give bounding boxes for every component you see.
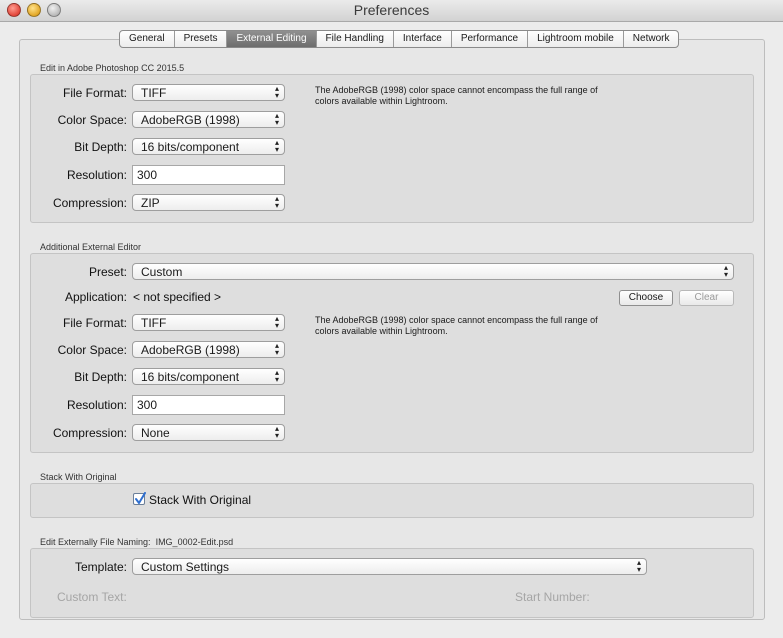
ae-resolution-label: Resolution: bbox=[66, 398, 127, 412]
updown-arrows-icon: ▴ ▾ bbox=[274, 314, 279, 330]
start-number-label: Start Number: bbox=[515, 590, 590, 604]
window-title: Preferences bbox=[353, 2, 430, 18]
tab-network[interactable]: Network bbox=[624, 31, 679, 47]
ps-color-space-value: AdobeRGB (1998) bbox=[141, 113, 240, 127]
ps-file-format-value: TIFF bbox=[141, 86, 167, 100]
ae-file-format-select[interactable]: TIFF ▴ ▾ bbox=[132, 314, 285, 331]
custom-text-label: Custom Text: bbox=[57, 590, 127, 604]
ae-compression-select[interactable]: None ▴ ▾ bbox=[132, 424, 285, 441]
additional-section-title: Additional External Editor bbox=[40, 242, 142, 252]
naming-section-title: Edit Externally File Naming: IMG_0002-Ed… bbox=[40, 537, 233, 547]
stack-checkbox[interactable] bbox=[133, 492, 146, 505]
ae-color-space-select[interactable]: AdobeRGB (1998) ▴ ▾ bbox=[132, 341, 285, 358]
ps-resolution-input[interactable]: 300 bbox=[132, 165, 285, 185]
template-select[interactable]: Custom Settings ▴ ▾ bbox=[132, 558, 647, 575]
tab-bar: General Presets External Editing File Ha… bbox=[119, 30, 680, 48]
preset-value: Custom bbox=[141, 265, 183, 279]
ps-file-format-select[interactable]: TIFF ▴ ▾ bbox=[132, 84, 285, 101]
template-value: Custom Settings bbox=[141, 560, 230, 574]
preset-label: Preset: bbox=[88, 265, 127, 279]
ae-resolution-input[interactable]: 300 bbox=[132, 395, 285, 415]
ae-file-format-value: TIFF bbox=[141, 316, 167, 330]
stack-checkbox-label[interactable]: Stack With Original bbox=[149, 493, 251, 507]
updown-arrows-icon: ▴ ▾ bbox=[274, 368, 279, 384]
ps-compression-label: Compression: bbox=[52, 196, 127, 210]
stack-section-title: Stack With Original bbox=[40, 472, 117, 482]
clear-button[interactable]: Clear bbox=[679, 290, 734, 306]
ae-bit-depth-value: 16 bits/component bbox=[141, 370, 240, 384]
tab-external-editing[interactable]: External Editing bbox=[227, 31, 317, 47]
updown-arrows-icon: ▴ ▾ bbox=[274, 111, 279, 127]
updown-arrows-icon: ▴ ▾ bbox=[274, 424, 279, 440]
ps-bit-depth-value: 16 bits/component bbox=[141, 140, 240, 154]
ps-bit-depth-select[interactable]: 16 bits/component ▴ ▾ bbox=[132, 138, 285, 155]
updown-arrows-icon: ▴ ▾ bbox=[274, 138, 279, 154]
updown-arrows-icon: ▴ ▾ bbox=[274, 341, 279, 357]
choose-button[interactable]: Choose bbox=[619, 290, 673, 306]
title-bar: Preferences bbox=[0, 0, 783, 22]
preset-select[interactable]: Custom ▴ ▾ bbox=[132, 263, 734, 280]
tab-performance[interactable]: Performance bbox=[452, 31, 529, 47]
ae-compression-label: Compression: bbox=[52, 426, 127, 440]
updown-arrows-icon: ▴ ▾ bbox=[274, 194, 279, 210]
updown-arrows-icon: ▴ ▾ bbox=[274, 84, 279, 100]
ae-bit-depth-label: Bit Depth: bbox=[74, 370, 127, 384]
ae-bit-depth-select[interactable]: 16 bits/component ▴ ▾ bbox=[132, 368, 285, 385]
photoshop-section-title: Edit in Adobe Photoshop CC 2015.5 bbox=[40, 63, 185, 73]
ps-color-space-select[interactable]: AdobeRGB (1998) ▴ ▾ bbox=[132, 111, 285, 128]
ps-file-format-label: File Format: bbox=[62, 86, 127, 100]
ae-color-space-note: The AdobeRGB (1998) color space cannot e… bbox=[315, 315, 598, 336]
ps-compression-select[interactable]: ZIP ▴ ▾ bbox=[132, 194, 285, 211]
updown-arrows-icon: ▴ ▾ bbox=[723, 263, 728, 279]
ae-file-format-label: File Format: bbox=[62, 316, 127, 330]
ae-color-space-value: AdobeRGB (1998) bbox=[141, 343, 240, 357]
application-label: Application: bbox=[64, 290, 127, 304]
template-label: Template: bbox=[74, 560, 127, 574]
tab-presets[interactable]: Presets bbox=[175, 31, 228, 47]
naming-example: IMG_0002-Edit.psd bbox=[155, 537, 234, 547]
ps-color-space-note: The AdobeRGB (1998) color space cannot e… bbox=[315, 85, 598, 106]
naming-section-label: Edit Externally File Naming: bbox=[40, 537, 151, 547]
tab-interface[interactable]: Interface bbox=[394, 31, 452, 47]
ps-color-space-label: Color Space: bbox=[57, 113, 127, 127]
ps-bit-depth-label: Bit Depth: bbox=[74, 140, 127, 154]
tab-general[interactable]: General bbox=[120, 31, 175, 47]
checkmark-icon bbox=[135, 492, 146, 504]
ps-compression-value: ZIP bbox=[141, 196, 160, 210]
ps-resolution-label: Resolution: bbox=[66, 168, 127, 182]
tab-lightroom-mobile[interactable]: Lightroom mobile bbox=[528, 31, 624, 47]
ae-compression-value: None bbox=[141, 426, 170, 440]
updown-arrows-icon: ▴ ▾ bbox=[636, 558, 641, 574]
ae-color-space-label: Color Space: bbox=[57, 343, 127, 357]
tab-file-handling[interactable]: File Handling bbox=[317, 31, 394, 47]
application-value: < not specified > bbox=[133, 290, 222, 304]
